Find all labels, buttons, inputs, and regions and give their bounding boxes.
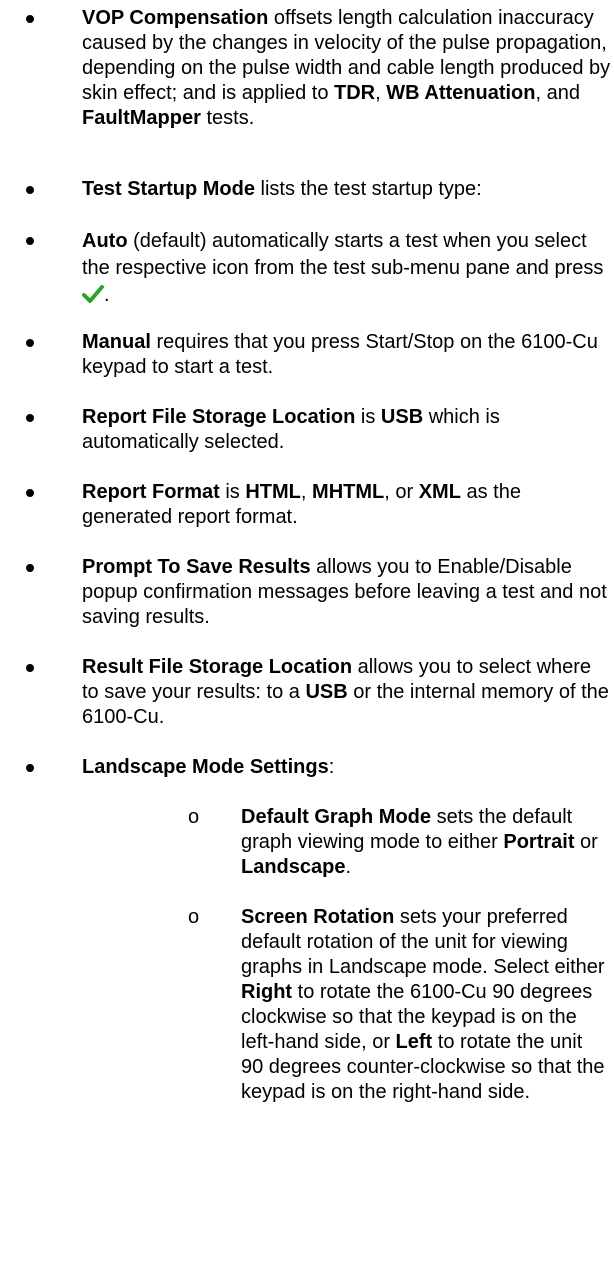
bullet-text: Landscape Mode Settings: [82, 755, 612, 780]
sub-bullet-item: o Default Graph Mode sets the default gr… [0, 805, 614, 880]
text-run: , [375, 82, 387, 104]
bold-term: USB [305, 681, 348, 703]
bold-term: Auto [82, 230, 128, 252]
bold-term: Test Startup Mode [82, 178, 255, 200]
sub-bullet-text: Screen Rotation sets your preferred defa… [241, 905, 606, 1105]
bullet-item: Prompt To Save Results allows you to Ena… [0, 555, 612, 630]
bold-term: VOP Compensation [82, 7, 269, 29]
bold-term: HTML [245, 481, 301, 503]
text-run: tests. [200, 107, 255, 129]
bullet-text: Prompt To Save Results allows you to Ena… [82, 555, 612, 630]
bullet-item: Test Startup Mode lists the test startup… [0, 177, 612, 202]
bullet-dot [26, 489, 34, 497]
bold-term: Left [395, 1031, 433, 1053]
bold-term: Landscape Mode Settings [82, 756, 329, 778]
bullet-item: VOP Compensation offsets length calculat… [0, 6, 612, 131]
text-run: requires that you press Start/Stop on th… [82, 331, 598, 378]
bold-term: MHTML [312, 481, 385, 503]
bullet-item: Auto (default) automatically starts a te… [0, 228, 612, 311]
bold-term: Prompt To Save Results [82, 556, 311, 578]
bullet-dot [26, 15, 34, 23]
bullet-item: Report File Storage Location is USB whic… [0, 405, 612, 455]
bullet-dot [26, 564, 34, 572]
bullet-text: Report File Storage Location is USB whic… [82, 405, 612, 455]
sub-bullet-item: o Screen Rotation sets your preferred de… [0, 905, 614, 1105]
text-run: lists the test startup type: [254, 178, 482, 200]
bullet-dot [26, 339, 34, 347]
sub-bullet-text: Default Graph Mode sets the default grap… [241, 805, 606, 880]
bold-term: Screen Rotation [241, 906, 395, 928]
bullet-text: Manual requires that you press Start/Sto… [82, 330, 612, 380]
bold-term: Result File Storage Location [82, 656, 353, 678]
bullet-dot [26, 664, 34, 672]
bold-term: XML [418, 481, 461, 503]
bold-term: Portrait [503, 831, 575, 853]
bold-term: Default Graph Mode [241, 806, 432, 828]
bullet-item: Landscape Mode Settings: [0, 755, 612, 780]
bullet-dot [26, 414, 34, 422]
bullet-text: VOP Compensation offsets length calculat… [82, 6, 612, 131]
bold-term: FaultMapper [82, 107, 201, 129]
text-run: . [345, 856, 352, 878]
bullet-dot [26, 186, 34, 194]
bullet-dot [26, 764, 34, 772]
bold-term: USB [380, 406, 424, 428]
bold-term: Report Format [82, 481, 220, 503]
text-run: is [355, 406, 381, 428]
bullet-text: Test Startup Mode lists the test startup… [82, 177, 612, 202]
bold-term: Landscape [241, 856, 346, 878]
text-run: is [219, 481, 246, 503]
bullet-item: Result File Storage Location allows you … [0, 655, 612, 730]
text-run: (default) automatically starts a test wh… [82, 230, 604, 279]
text-run: : [328, 756, 335, 778]
text-run: . [104, 284, 110, 306]
text-run: or [574, 831, 598, 853]
bold-term: Report File Storage Location [82, 406, 356, 428]
sub-bullet-marker: o [188, 906, 200, 928]
text-run: , [300, 481, 313, 503]
bullet-text: Result File Storage Location allows you … [82, 655, 612, 730]
checkmark-icon [82, 284, 104, 311]
bold-term: Right [241, 981, 293, 1003]
bullet-text: Report Format is HTML, MHTML, or XML as … [82, 480, 612, 530]
bullet-text: Auto (default) automatically starts a te… [82, 228, 612, 311]
text-run: , and [535, 82, 580, 104]
bullet-item: Report Format is HTML, MHTML, or XML as … [0, 480, 612, 530]
bold-term: Manual [82, 331, 151, 353]
bold-term: WB Attenuation [386, 82, 536, 104]
bullet-item: Manual requires that you press Start/Sto… [0, 330, 612, 380]
text-run: , or [384, 481, 419, 503]
bold-term: TDR [334, 82, 376, 104]
sub-bullet-marker: o [188, 806, 200, 828]
bullet-dot [26, 237, 34, 245]
